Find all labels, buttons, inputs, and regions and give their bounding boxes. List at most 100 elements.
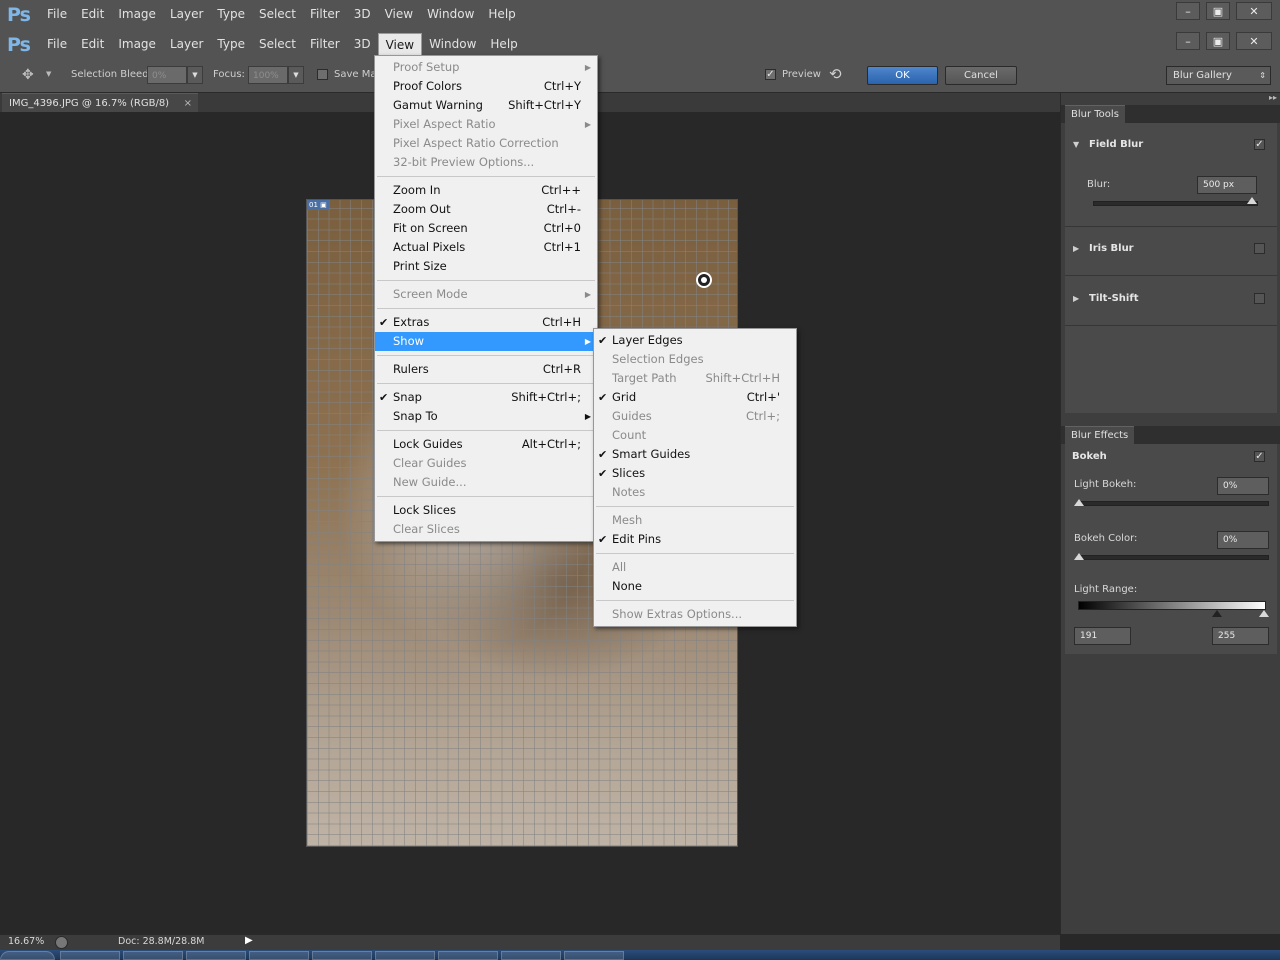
menu-item-guides[interactable]: Guides Ctrl+; [594, 407, 796, 426]
focus-field[interactable]: 100% [248, 66, 288, 84]
field-blur-checkbox[interactable]: ✓ [1254, 139, 1265, 150]
taskbar-item[interactable] [123, 951, 183, 960]
menu-filter[interactable]: Filter [303, 0, 347, 30]
taskbar-item[interactable] [249, 951, 309, 960]
menu-item-layer-edges[interactable]: ✔ Layer Edges [594, 331, 796, 350]
menu-item-all[interactable]: All [594, 558, 796, 577]
blur-pin-handle[interactable] [696, 272, 712, 288]
menu-item-edit-pins[interactable]: ✔ Edit Pins [594, 530, 796, 549]
menu-item-clear-guides[interactable]: Clear Guides [375, 454, 597, 473]
taskbar-item[interactable] [60, 951, 120, 960]
taskbar-item[interactable] [438, 951, 498, 960]
menu-item-show-extras-options[interactable]: Show Extras Options... [594, 605, 796, 624]
taskbar-item[interactable] [501, 951, 561, 960]
menu-select[interactable]: Select [252, 0, 303, 30]
menu-file[interactable]: File [40, 30, 74, 60]
light-range-gradient[interactable] [1078, 601, 1266, 610]
menu-item-zoom-out[interactable]: Zoom Out Ctrl+- [375, 200, 597, 219]
light-bokeh-slider-thumb[interactable] [1074, 499, 1084, 506]
menu-window[interactable]: Window [420, 0, 481, 30]
tilt-shift-expand-icon[interactable]: ▶ [1073, 294, 1079, 303]
menu-item-new-guide[interactable]: New Guide... [375, 473, 597, 492]
menu-3d[interactable]: 3D [347, 0, 378, 30]
doc-restore-button[interactable]: ▣ [1206, 32, 1230, 50]
menu-type[interactable]: Type [210, 30, 252, 60]
menu-select[interactable]: Select [252, 30, 303, 60]
minimize-button[interactable]: – [1176, 2, 1200, 20]
blur-slider-thumb[interactable] [1247, 197, 1257, 204]
reset-pins-icon[interactable]: ⟲ [829, 65, 842, 83]
menu-filter[interactable]: Filter [303, 30, 347, 60]
menu-layer[interactable]: Layer [163, 30, 210, 60]
preview-checkbox[interactable]: ✓ [765, 69, 776, 80]
menu-edit[interactable]: Edit [74, 0, 111, 30]
menu-item-zoom-in[interactable]: Zoom In Ctrl++ [375, 181, 597, 200]
bokeh-color-field[interactable]: 0% [1217, 531, 1269, 549]
ok-button[interactable]: OK [867, 66, 938, 85]
pin-tool-icon[interactable]: ✥ [22, 67, 40, 85]
selection-bleed-dropdown-icon[interactable]: ▼ [187, 66, 203, 84]
menu-item-print-size[interactable]: Print Size [375, 257, 597, 276]
menu-item-lock-guides[interactable]: Lock Guides Alt+Ctrl+; [375, 435, 597, 454]
blur-tools-tab[interactable]: Blur Tools [1065, 105, 1125, 124]
export-icon[interactable] [55, 936, 68, 949]
menu-item-show[interactable]: Show ▶ [375, 332, 597, 351]
menu-3d[interactable]: 3D [347, 30, 378, 60]
restore-button[interactable]: ▣ [1206, 2, 1230, 20]
menu-item-extras[interactable]: ✔ Extras Ctrl+H [375, 313, 597, 332]
bokeh-checkbox[interactable]: ✓ [1254, 451, 1265, 462]
menu-item-target-path[interactable]: Target Path Shift+Ctrl+H [594, 369, 796, 388]
menu-item-proof-colors[interactable]: Proof Colors Ctrl+Y [375, 77, 597, 96]
field-blur-expand-icon[interactable]: ▼ [1073, 140, 1079, 149]
menu-item-proof-setup[interactable]: Proof Setup ▶ [375, 58, 597, 77]
menu-item-pixel-aspect-ratio-correction[interactable]: Pixel Aspect Ratio Correction [375, 134, 597, 153]
menu-item-smart-guides[interactable]: ✔ Smart Guides [594, 445, 796, 464]
menu-file[interactable]: File [40, 0, 74, 30]
menu-item-grid[interactable]: ✔ Grid Ctrl+' [594, 388, 796, 407]
light-bokeh-field[interactable]: 0% [1217, 477, 1269, 495]
selection-bleed-field[interactable]: 0% [147, 66, 187, 84]
menu-view[interactable]: View [377, 33, 423, 57]
document-tab[interactable]: IMG_4396.JPG @ 16.7% (RGB/8) × [2, 93, 198, 112]
light-range-high-field[interactable]: 255 [1212, 627, 1269, 645]
menu-item-pixel-aspect-ratio[interactable]: Pixel Aspect Ratio ▶ [375, 115, 597, 134]
status-menu-arrow-icon[interactable]: ▶ [245, 935, 253, 946]
taskbar-item[interactable] [564, 951, 624, 960]
menu-item-actual-pixels[interactable]: Actual Pixels Ctrl+1 [375, 238, 597, 257]
menu-item-notes[interactable]: Notes [594, 483, 796, 502]
menu-image[interactable]: Image [111, 30, 163, 60]
bokeh-color-slider-thumb[interactable] [1074, 553, 1084, 560]
iris-blur-checkbox[interactable] [1254, 243, 1265, 254]
menu-item-selection-edges[interactable]: Selection Edges [594, 350, 796, 369]
blur-value-field[interactable]: 500 px [1197, 176, 1257, 194]
menu-item-lock-slices[interactable]: Lock Slices [375, 501, 597, 520]
doc-minimize-button[interactable]: – [1176, 32, 1200, 50]
menu-item-32-bit-preview-options[interactable]: 32-bit Preview Options... [375, 153, 597, 172]
start-button[interactable] [0, 951, 55, 960]
light-range-low-thumb[interactable] [1212, 610, 1222, 617]
tool-preset-chevron-icon[interactable]: ▼ [46, 70, 51, 78]
light-range-high-thumb[interactable] [1259, 610, 1269, 617]
menu-type[interactable]: Type [210, 0, 252, 30]
cancel-button[interactable]: Cancel [945, 66, 1017, 85]
save-mask-checkbox[interactable] [317, 69, 328, 80]
menu-layer[interactable]: Layer [163, 0, 210, 30]
menu-item-mesh[interactable]: Mesh [594, 511, 796, 530]
menu-item-snap-to[interactable]: Snap To ▶ [375, 407, 597, 426]
menu-help[interactable]: Help [481, 0, 522, 30]
light-range-low-field[interactable]: 191 [1074, 627, 1131, 645]
bokeh-color-slider-track[interactable] [1077, 555, 1269, 560]
menu-item-screen-mode[interactable]: Screen Mode ▶ [375, 285, 597, 304]
menu-item-gamut-warning[interactable]: Gamut Warning Shift+Ctrl+Y [375, 96, 597, 115]
close-button[interactable]: ✕ [1236, 2, 1272, 20]
blur-slider-track[interactable] [1093, 201, 1258, 206]
menu-item-none[interactable]: None [594, 577, 796, 596]
menu-item-count[interactable]: Count [594, 426, 796, 445]
menu-item-fit-on-screen[interactable]: Fit on Screen Ctrl+0 [375, 219, 597, 238]
doc-close-button[interactable]: ✕ [1236, 32, 1272, 50]
workspace-select[interactable]: Blur Gallery ⇕ [1166, 66, 1271, 85]
close-tab-icon[interactable]: × [184, 94, 192, 113]
menu-image[interactable]: Image [111, 0, 163, 30]
focus-dropdown-icon[interactable]: ▼ [288, 66, 304, 84]
menu-item-snap[interactable]: ✔ Snap Shift+Ctrl+; [375, 388, 597, 407]
